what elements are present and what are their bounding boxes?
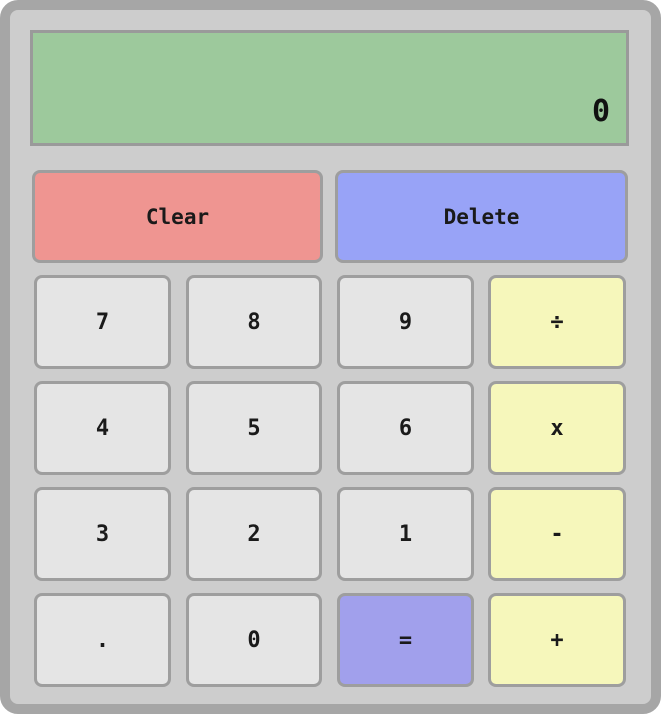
clear-button[interactable]: Clear (32, 170, 323, 263)
digit-2-button[interactable]: 2 (186, 487, 322, 581)
equals-button[interactable]: = (337, 593, 474, 687)
display-screen: 0 (30, 30, 629, 146)
add-button[interactable]: + (488, 593, 626, 687)
decimal-button[interactable]: . (34, 593, 171, 687)
multiply-button[interactable]: x (488, 381, 626, 475)
digit-8-button[interactable]: 8 (186, 275, 322, 369)
digit-9-button[interactable]: 9 (337, 275, 474, 369)
delete-button[interactable]: Delete (335, 170, 628, 263)
subtract-button[interactable]: - (488, 487, 626, 581)
digit-0-button[interactable]: 0 (186, 593, 322, 687)
digit-3-button[interactable]: 3 (34, 487, 171, 581)
digit-4-button[interactable]: 4 (34, 381, 171, 475)
digit-1-button[interactable]: 1 (337, 487, 474, 581)
digit-5-button[interactable]: 5 (186, 381, 322, 475)
display-value: 0 (591, 94, 610, 129)
digit-6-button[interactable]: 6 (337, 381, 474, 475)
divide-button[interactable]: ÷ (488, 275, 626, 369)
calculator: 0 Clear Delete 7 8 9 ÷ 4 5 6 x 3 2 1 - .… (0, 0, 661, 714)
digit-7-button[interactable]: 7 (34, 275, 171, 369)
